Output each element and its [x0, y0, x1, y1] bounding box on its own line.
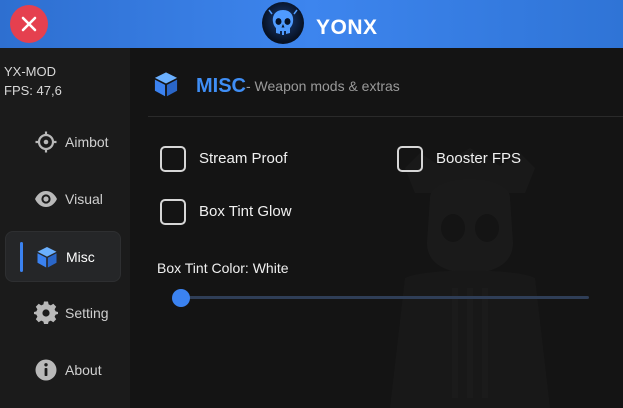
skull-logo-icon	[268, 9, 298, 35]
box-tint-color-slider[interactable]	[181, 296, 589, 299]
slider-label: Box Tint Color: White	[157, 260, 289, 276]
fps-counter: FPS: 47,6	[4, 83, 62, 98]
box-tint-glow-checkbox[interactable]	[160, 199, 186, 225]
stream-proof-label: Stream Proof	[199, 150, 288, 167]
section-subtitle: - Weapon mods & extras	[246, 78, 400, 94]
sidebar-item-label: Setting	[65, 305, 109, 321]
sidebar-item-setting[interactable]: Setting	[5, 288, 121, 339]
crosshair-icon	[35, 131, 57, 153]
sidebar: YX-MOD FPS: 47,6 Aimbot Visual Misc Sett…	[0, 48, 130, 408]
slider-thumb[interactable]	[172, 289, 190, 307]
close-button[interactable]	[10, 5, 48, 43]
title-bar: YONX	[0, 0, 623, 48]
sidebar-item-misc[interactable]: Misc	[5, 231, 121, 282]
stream-proof-option[interactable]: Stream Proof	[160, 146, 287, 172]
skull-background-art	[390, 148, 550, 408]
sidebar-item-about[interactable]: About	[5, 345, 121, 396]
sidebar-item-label: About	[65, 362, 102, 378]
booster-fps-checkbox[interactable]	[397, 146, 423, 172]
info-icon	[35, 359, 57, 381]
sidebar-item-label: Aimbot	[65, 134, 109, 150]
booster-fps-option[interactable]: Booster FPS	[397, 146, 521, 172]
cube-icon	[37, 247, 57, 268]
eye-icon	[35, 191, 57, 207]
app-logo	[262, 2, 304, 44]
sidebar-item-visual[interactable]: Visual	[5, 174, 121, 225]
active-indicator	[20, 242, 23, 272]
stream-proof-checkbox[interactable]	[160, 146, 186, 172]
section-title: MISC	[196, 75, 246, 97]
box-tint-glow-label: Box Tint Glow	[199, 203, 292, 220]
cube-icon	[154, 72, 178, 97]
close-x-icon	[21, 16, 37, 32]
divider	[148, 116, 623, 117]
main-panel: MISC - Weapon mods & extras Stream Proof…	[130, 48, 623, 408]
mod-name-text: YX-MOD	[4, 64, 56, 79]
sidebar-item-label: Misc	[66, 249, 95, 265]
booster-fps-label: Booster FPS	[436, 150, 522, 167]
sidebar-item-label: Visual	[65, 191, 103, 207]
box-tint-glow-option[interactable]: Box Tint Glow	[160, 199, 292, 225]
gear-icon	[34, 301, 58, 324]
app-title: YONX	[316, 16, 378, 39]
sidebar-item-aimbot[interactable]: Aimbot	[5, 117, 121, 168]
